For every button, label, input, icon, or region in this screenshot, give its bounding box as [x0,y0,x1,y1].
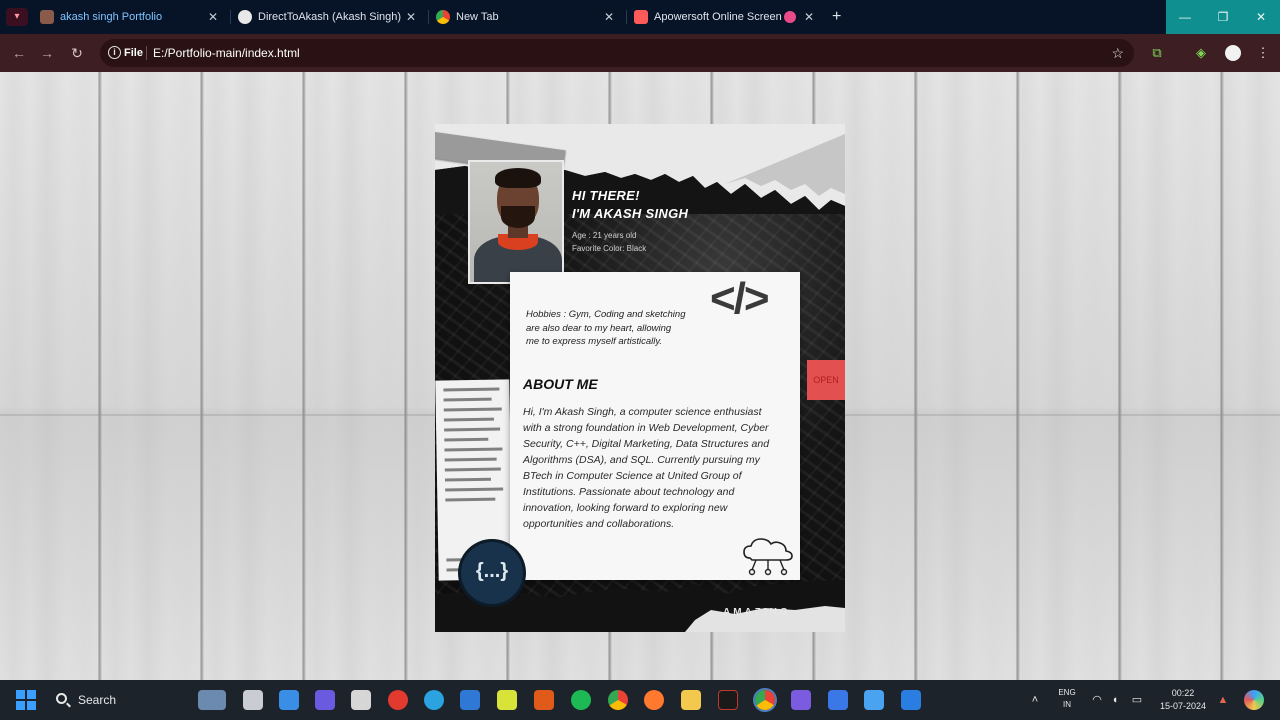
about-paper: Hobbies : Gym, Coding and sketching are … [510,272,800,580]
store-icon[interactable] [279,690,299,710]
region-label[interactable]: IN [1054,700,1080,709]
portfolio-favicon [40,10,54,24]
forward-arrow-icon[interactable]: → [36,42,58,64]
windows-start-icon[interactable] [16,690,36,710]
notepad-icon[interactable] [864,690,884,710]
recording-icon [784,11,796,23]
windows-taskbar: Search ˄ ENG IN ◠ ◖ ▭ 00:22 15-07-2024 ▲ [0,680,1280,720]
info-icon[interactable]: i [108,46,121,59]
window-controls: — ❐ ✕ [1166,0,1280,34]
tab-close-icon[interactable]: ✕ [406,0,416,34]
favorite-color-text: Favorite Color: Black [572,244,647,253]
minimize-button[interactable]: — [1166,0,1204,34]
braces-badge: {...} [461,542,523,604]
firefox-icon[interactable] [644,690,664,710]
tab-title: New Tab [456,11,499,23]
new-tab-button[interactable]: + [832,0,841,34]
portfolio-card: HI THERE! I'M AKASH SINGH Age : 21 years… [435,124,845,632]
teams-icon[interactable] [791,690,811,710]
greeting-line-1: HI THERE! [572,188,640,203]
back-arrow-icon[interactable]: ← [8,42,30,64]
profile-avatar[interactable] [1222,42,1244,64]
tab-close-icon[interactable]: ✕ [208,0,218,34]
about-me-heading: ABOUT ME [523,376,598,392]
hobbies-text: Hobbies : Gym, Coding and sketching are … [526,309,686,347]
battery-icon[interactable]: ▭ [1130,693,1144,707]
volume-icon[interactable]: ◖ [1108,693,1122,707]
opera-icon[interactable] [388,690,408,710]
notification-icon[interactable]: ▲ [1216,693,1230,707]
desktop-app-icon[interactable] [828,690,848,710]
profile-chevron-icon[interactable]: ▾ [6,8,28,26]
page-viewport: HI THERE! I'M AKASH SINGH Age : 21 years… [0,72,1280,680]
browser-toolbar: ← → ↻ i File E:/Portfolio-main/index.htm… [0,34,1280,72]
reload-icon[interactable]: ↻ [66,42,88,64]
more-menu-icon[interactable]: ⋮ [1252,42,1274,64]
extension-shield-icon[interactable]: ◈ [1190,42,1212,64]
extension-puzzle-icon[interactable]: ⧉ [1146,42,1168,64]
language-label[interactable]: ENG [1054,688,1080,697]
chat-icon[interactable] [315,690,335,710]
url-text[interactable]: E:/Portfolio-main/index.html [153,39,300,67]
tab-portfolio[interactable]: akash singh Portfolio ✕ [40,0,224,34]
clock-time[interactable]: 00:22 [1152,688,1214,698]
file-explorer-icon[interactable] [681,690,701,710]
search-icon [56,693,67,704]
tab-apowersoft[interactable]: Apowersoft Online Screen R ✕ [634,0,818,34]
tab-new-tab[interactable]: New Tab ✕ [436,0,620,34]
clock-date[interactable]: 15-07-2024 [1152,701,1214,711]
github-icon [238,10,252,24]
about-me-text: Hi, I'm Akash Singh, a computer science … [523,406,770,530]
tab-separator [428,10,429,24]
amazing-label: AMAZING [723,607,791,618]
media-app-icon[interactable] [718,690,738,710]
tab-title: Apowersoft Online Screen R [654,11,784,23]
open-button[interactable]: OPEN [807,360,845,400]
office-icon[interactable] [534,690,554,710]
tab-close-icon[interactable]: ✕ [604,0,614,34]
wifi-icon[interactable]: ◠ [1090,693,1104,707]
tab-title: akash singh Portfolio [60,11,163,23]
chrome-icon [436,10,450,24]
chrome-active-icon[interactable] [755,690,775,710]
spotify-icon[interactable] [571,690,591,710]
task-view-icon[interactable] [243,690,263,710]
tab-close-icon[interactable]: ✕ [804,0,814,34]
bookmark-star-icon[interactable]: ☆ [1111,39,1124,67]
tab-title: DirectToAkash (Akash Singh) [258,11,402,23]
age-text: Age : 21 years old [572,231,637,240]
profile-photo [468,160,564,284]
pycharm-icon[interactable] [497,690,517,710]
address-separator [146,46,147,60]
telegram-icon[interactable] [424,690,444,710]
tab-separator [626,10,627,24]
address-bar[interactable]: i File E:/Portfolio-main/index.html ☆ [100,39,1134,67]
tab-github[interactable]: DirectToAkash (Akash Singh) ✕ [238,0,422,34]
monitor-icon[interactable] [460,690,480,710]
chrome-icon[interactable] [608,690,628,710]
tab-strip: ▾ akash singh Portfolio ✕ DirectToAkash … [0,0,1280,34]
settings-gear-icon[interactable] [351,690,371,710]
code-brackets-icon: </> [710,274,770,323]
url-scheme-label: File [124,47,143,59]
vscode-icon[interactable] [901,690,921,710]
close-window-button[interactable]: ✕ [1242,0,1280,34]
apowersoft-icon [634,10,648,24]
greeting-line-2: I'M AKASH SINGH [572,206,689,221]
tab-separator [230,10,231,24]
tray-chevron-up-icon[interactable]: ˄ [1028,693,1042,707]
copilot-icon[interactable] [1244,690,1264,710]
cloud-network-icon [743,538,793,576]
search-label: Search [78,693,117,707]
widgets-icon[interactable] [198,690,226,710]
restore-button[interactable]: ❐ [1204,0,1242,34]
